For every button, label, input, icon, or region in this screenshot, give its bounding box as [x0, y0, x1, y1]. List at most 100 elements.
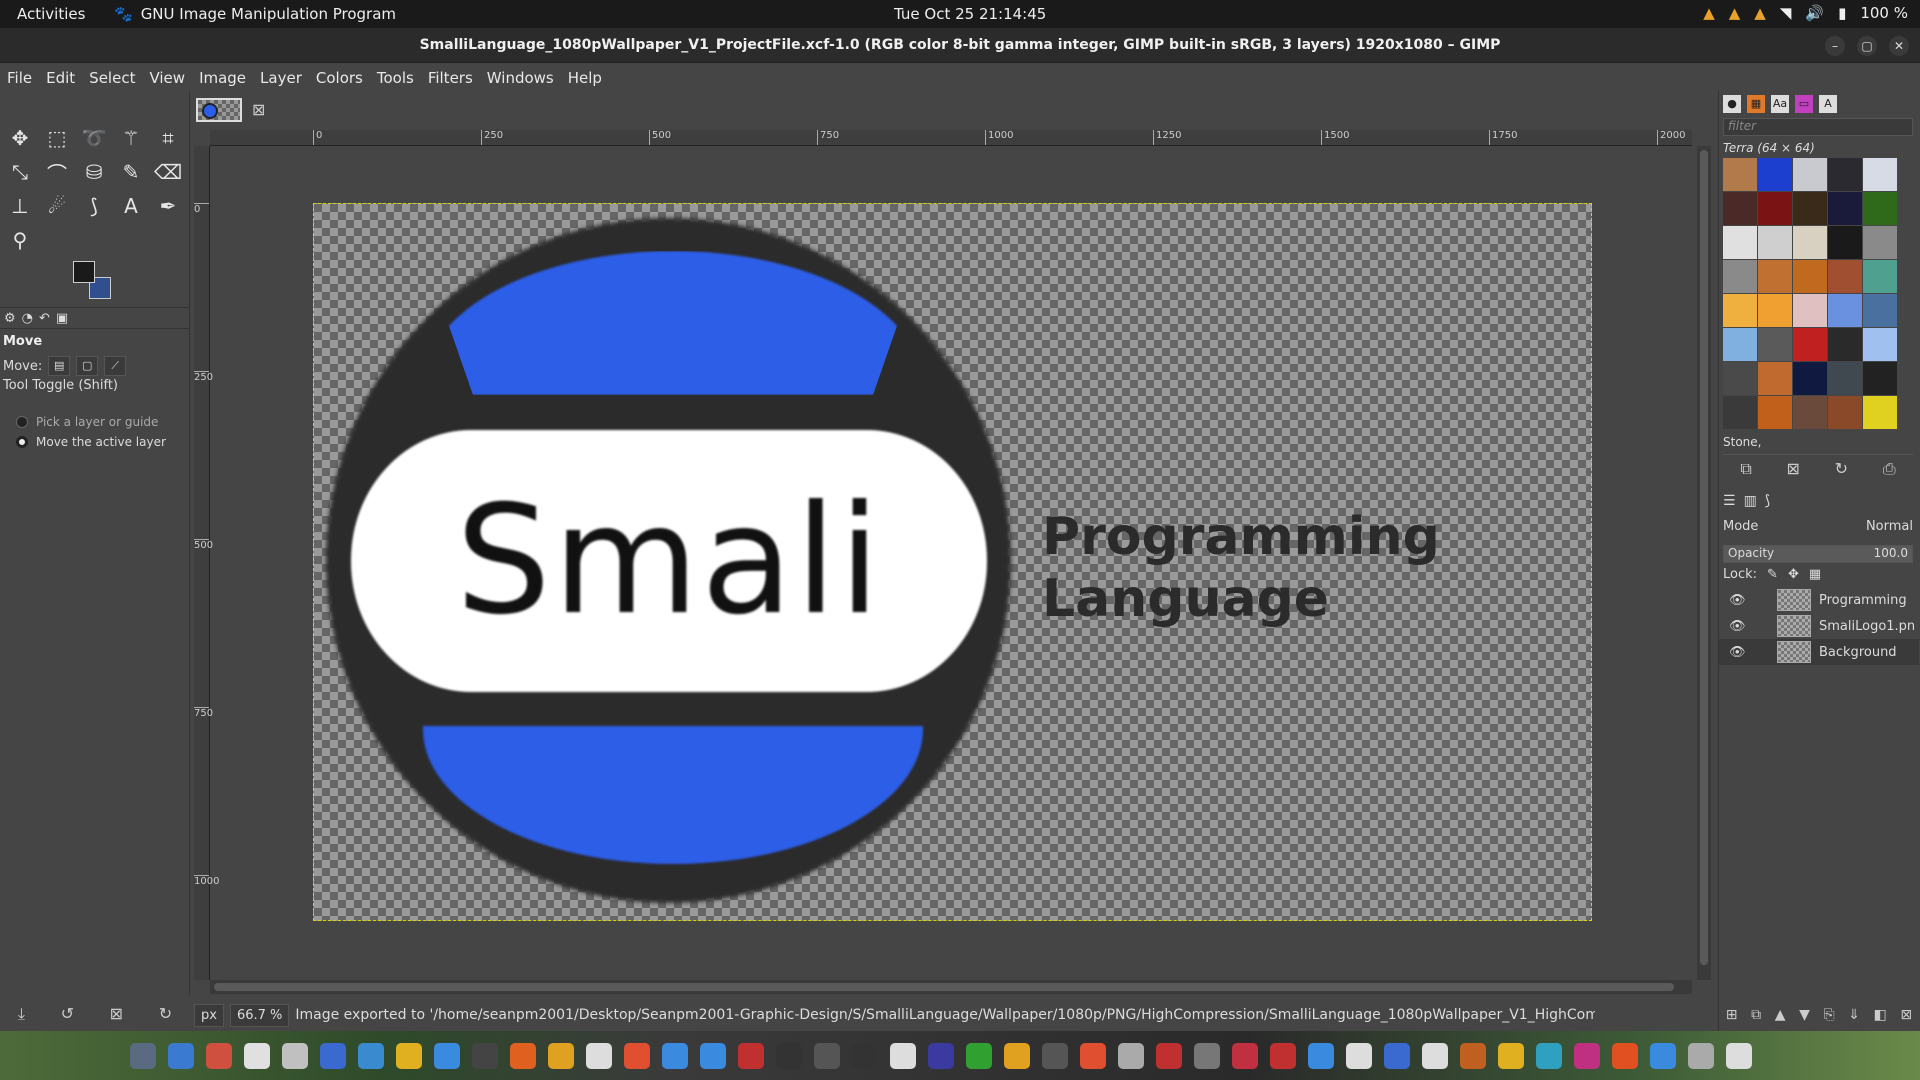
- scale-icon[interactable]: ⤡: [4, 157, 36, 187]
- taskbar-app-icon[interactable]: [1308, 1043, 1334, 1069]
- mode-select[interactable]: Normal: [1866, 519, 1913, 534]
- image-thumbnail[interactable]: [196, 98, 242, 122]
- pattern-swatch[interactable]: [1828, 294, 1862, 327]
- pattern-swatch[interactable]: [1758, 158, 1792, 191]
- taskbar-app-icon[interactable]: [1384, 1043, 1410, 1069]
- taskbar-app-icon[interactable]: [1460, 1043, 1486, 1069]
- pattern-swatch[interactable]: [1828, 158, 1862, 191]
- warning-icon[interactable]: ▲: [1729, 4, 1741, 22]
- eraser-icon[interactable]: ⌫: [152, 157, 184, 187]
- merge-down-icon[interactable]: ⇓: [1848, 1007, 1860, 1023]
- taskbar-app-icon[interactable]: [700, 1043, 726, 1069]
- gradients-tab-icon[interactable]: ▭: [1795, 95, 1813, 113]
- pattern-swatch[interactable]: [1723, 396, 1757, 429]
- restore-options-icon[interactable]: ↺: [61, 1004, 74, 1024]
- pattern-swatch[interactable]: [1828, 396, 1862, 429]
- undo-history-tab-icon[interactable]: ↶: [39, 311, 50, 326]
- taskbar-app-icon[interactable]: [1688, 1043, 1714, 1069]
- image-canvas[interactable]: Smali Programming Language: [313, 203, 1592, 921]
- pattern-swatch[interactable]: [1723, 158, 1757, 191]
- volume-icon[interactable]: 🔊: [1805, 4, 1824, 22]
- pattern-filter-input[interactable]: filter: [1723, 118, 1913, 136]
- move-path-button[interactable]: ⟋: [104, 356, 127, 376]
- menu-edit[interactable]: Edit: [39, 63, 82, 91]
- pattern-tag-select[interactable]: Stone,: [1723, 435, 1913, 455]
- move-selection-button[interactable]: ▢: [76, 356, 99, 376]
- menu-select[interactable]: Select: [82, 63, 142, 91]
- taskbar-app-icon[interactable]: [396, 1043, 422, 1069]
- unit-select[interactable]: px: [194, 1003, 224, 1027]
- taskbar-app-icon[interactable]: [738, 1043, 764, 1069]
- wifi-icon[interactable]: ◥: [1780, 4, 1792, 22]
- reset-options-icon[interactable]: ↻: [159, 1004, 172, 1024]
- layer-row[interactable]: 👁 Background: [1719, 639, 1919, 665]
- duplicate-layer-icon[interactable]: ⎘: [1823, 1007, 1834, 1023]
- taskbar-app-icon[interactable]: [320, 1043, 346, 1069]
- pattern-swatch[interactable]: [1723, 192, 1757, 225]
- menu-layer[interactable]: Layer: [253, 63, 309, 91]
- delete-icon[interactable]: ⊠: [1787, 459, 1800, 479]
- taskbar-app-icon[interactable]: [206, 1043, 232, 1069]
- lock-pixels-icon[interactable]: ✎: [1767, 567, 1778, 582]
- pattern-swatch[interactable]: [1758, 396, 1792, 429]
- taskbar-app-icon[interactable]: [1270, 1043, 1296, 1069]
- lower-layer-icon[interactable]: ▼: [1799, 1007, 1810, 1023]
- taskbar-app-icon[interactable]: [472, 1043, 498, 1069]
- paths-icon[interactable]: ⟆: [78, 191, 110, 221]
- taskbar-app-icon[interactable]: [1156, 1043, 1182, 1069]
- activities-button[interactable]: Activities: [17, 5, 85, 23]
- fonts-tab-icon[interactable]: Aa: [1771, 95, 1789, 113]
- taskbar-app-icon[interactable]: [130, 1043, 156, 1069]
- zoom-icon[interactable]: ⚲: [4, 225, 36, 255]
- lasso-icon[interactable]: ➰: [78, 123, 110, 153]
- system-tray[interactable]: ▲ ▲ ▲ ◥ 🔊 ▮ 100 %: [1703, 4, 1908, 22]
- menu-filters[interactable]: Filters: [421, 63, 480, 91]
- rect-select-icon[interactable]: ⬚: [41, 123, 73, 153]
- taskbar-app-icon[interactable]: [1422, 1043, 1448, 1069]
- move-layer-button[interactable]: ▤: [48, 356, 71, 376]
- lock-alpha-icon[interactable]: ▦: [1809, 567, 1821, 582]
- save-options-icon[interactable]: ⤓: [18, 1004, 25, 1024]
- channels-tab-icon[interactable]: ▥: [1744, 493, 1757, 509]
- maximize-button[interactable]: ▢: [1857, 36, 1877, 56]
- visibility-eye-icon[interactable]: 👁: [1729, 645, 1749, 660]
- taskbar-app-icon[interactable]: [928, 1043, 954, 1069]
- taskbar-app-icon[interactable]: [662, 1043, 688, 1069]
- taskbar-app-icon[interactable]: [966, 1043, 992, 1069]
- taskbar-app-icon[interactable]: [890, 1043, 916, 1069]
- paintbrush-icon[interactable]: ✎: [115, 157, 147, 187]
- vertical-scrollbar[interactable]: [1697, 146, 1711, 980]
- taskbar-app-icon[interactable]: [510, 1043, 536, 1069]
- visibility-eye-icon[interactable]: 👁: [1729, 593, 1749, 608]
- menu-image[interactable]: Image: [192, 63, 253, 91]
- text-icon[interactable]: A: [115, 191, 147, 221]
- taskbar-app-icon[interactable]: [586, 1043, 612, 1069]
- pattern-swatch[interactable]: [1723, 260, 1757, 293]
- duplicate-icon[interactable]: ⧉: [1740, 459, 1751, 479]
- pattern-swatch[interactable]: [1828, 226, 1862, 259]
- close-tab-icon[interactable]: ⊠: [252, 100, 265, 119]
- pattern-grid[interactable]: [1723, 158, 1897, 429]
- window-title-bar[interactable]: SmalliLanguage_1080pWallpaper_V1_Project…: [0, 28, 1920, 63]
- battery-icon[interactable]: ▮: [1838, 4, 1846, 22]
- image-tab[interactable]: ⊠: [194, 96, 274, 124]
- warning-icon[interactable]: ▲: [1703, 4, 1715, 22]
- taskbar-app-icon[interactable]: [434, 1043, 460, 1069]
- vertical-ruler[interactable]: 0 250 500 750 1000: [194, 146, 219, 980]
- taskbar-app-icon[interactable]: [1232, 1043, 1258, 1069]
- pattern-swatch[interactable]: [1723, 226, 1757, 259]
- pattern-swatch[interactable]: [1863, 226, 1897, 259]
- taskbar-app-icon[interactable]: [358, 1043, 384, 1069]
- layer-row[interactable]: 👁 SmaliLogo1.pn: [1719, 613, 1919, 639]
- fuzzy-select-icon[interactable]: ⚚: [115, 123, 147, 153]
- menu-view[interactable]: View: [142, 63, 192, 91]
- taskbar-app-icon[interactable]: [244, 1043, 270, 1069]
- pick-layer-radio[interactable]: Pick a layer or guide: [16, 415, 158, 429]
- pattern-swatch[interactable]: [1793, 226, 1827, 259]
- pattern-swatch[interactable]: [1828, 362, 1862, 395]
- pattern-swatch[interactable]: [1758, 328, 1792, 361]
- pattern-swatch[interactable]: [1793, 192, 1827, 225]
- taskbar-app-icon[interactable]: [1536, 1043, 1562, 1069]
- brushes-tab-icon[interactable]: ●: [1723, 95, 1741, 113]
- lock-position-icon[interactable]: ✥: [1788, 567, 1799, 582]
